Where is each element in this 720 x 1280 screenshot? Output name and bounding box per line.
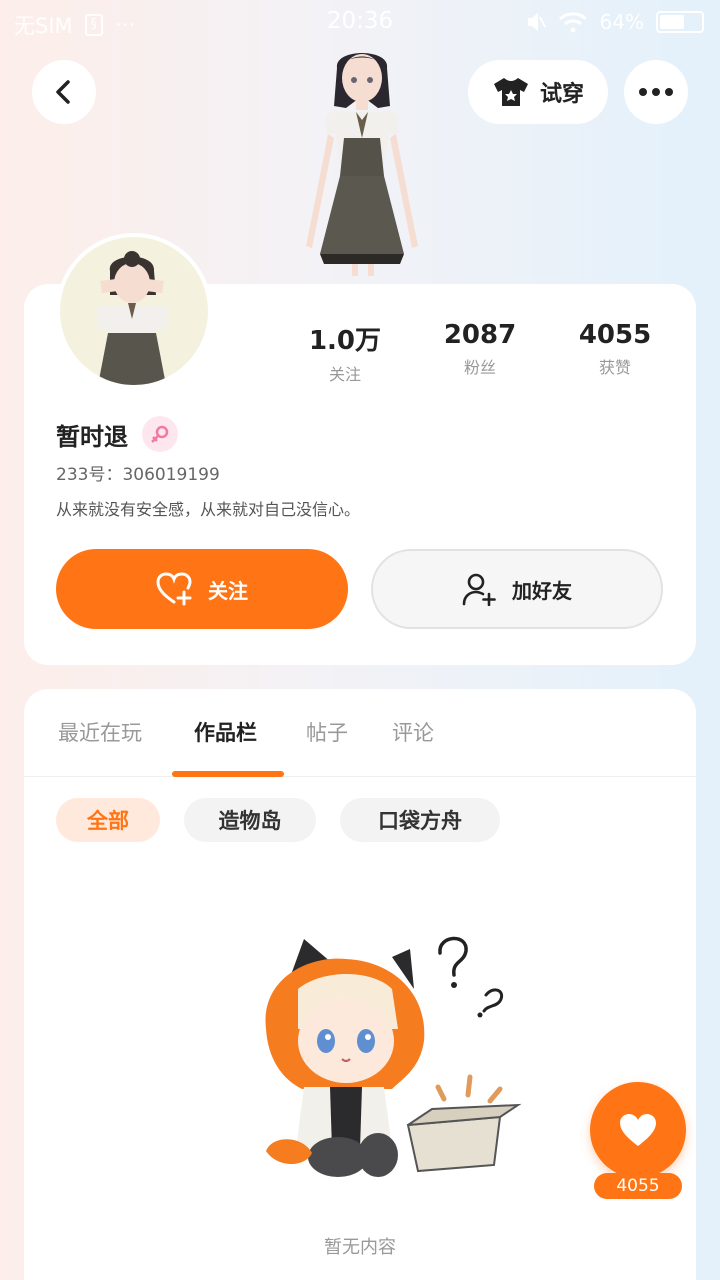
battery-percent: 64% — [599, 10, 644, 34]
add-friend-button[interactable]: 加好友 — [371, 549, 663, 629]
username-row: 暂时退 — [56, 416, 178, 452]
tab-posts[interactable]: 帖子 — [306, 717, 348, 747]
floating-like-count: 4055 — [594, 1173, 682, 1199]
stat-likes[interactable]: 4055 获赞 — [560, 320, 670, 385]
wifi-icon — [558, 12, 587, 33]
tshirt-icon — [493, 78, 528, 106]
try-on-button[interactable]: 试穿 — [468, 60, 608, 124]
gender-badge — [142, 416, 178, 452]
more-button[interactable] — [624, 60, 688, 124]
user-bio: 从来就没有安全感，从来就对自己没信心。 — [56, 500, 361, 519]
female-gender-icon — [151, 425, 169, 443]
avatar[interactable] — [56, 233, 212, 389]
avatar-image — [60, 237, 208, 385]
stat-value: 4055 — [578, 320, 652, 350]
tab-recent-play[interactable]: 最近在玩 — [58, 717, 142, 747]
user-id: 233号：306019199 — [56, 465, 220, 485]
add-friend-label: 加好友 — [512, 578, 572, 603]
back-button[interactable] — [32, 60, 96, 124]
heart-icon — [620, 1114, 656, 1146]
filter-chip-creation-island[interactable]: 造物岛 — [184, 798, 316, 842]
profile-stats: 1.0万 关注 2087 粉丝 4055 获赞 — [290, 320, 670, 385]
follow-label: 关注 — [208, 578, 248, 603]
floating-like-button[interactable] — [590, 1082, 686, 1178]
stat-value: 2087 — [443, 320, 517, 350]
stat-value: 1.0万 — [308, 326, 382, 356]
tab-comments[interactable]: 评论 — [392, 717, 434, 747]
more-dots-icon — [639, 88, 673, 96]
tab-indicator — [172, 771, 284, 777]
avatar-character-figure — [306, 53, 418, 276]
stat-label: 获赞 — [598, 358, 631, 377]
empty-state-illustration — [265, 936, 522, 1177]
stat-label: 关注 — [328, 365, 361, 384]
empty-state-text: 暂无内容 — [324, 1237, 396, 1258]
stat-label: 粉丝 — [463, 358, 496, 377]
filter-chip-pocket-ark[interactable]: 口袋方舟 — [340, 798, 500, 842]
stat-following[interactable]: 1.0万 关注 — [290, 320, 400, 385]
mute-icon — [527, 13, 546, 31]
status-bar-right: 64% — [526, 10, 704, 34]
filter-chip-all[interactable]: 全部 — [56, 798, 160, 842]
tab-bar: 最近在玩 作品栏 帖子 评论 — [24, 689, 696, 777]
status-bar: 无SIM § ··· 20:36 64% — [0, 0, 720, 46]
follow-button[interactable]: 关注 — [56, 549, 348, 629]
back-arrow-icon — [56, 80, 70, 104]
username: 暂时退 — [56, 422, 128, 451]
tab-works[interactable]: 作品栏 — [194, 717, 257, 747]
stat-fans[interactable]: 2087 粉丝 — [425, 320, 535, 385]
try-on-label: 试穿 — [539, 82, 584, 107]
avatar-character-icon — [96, 251, 168, 385]
battery-fill — [660, 15, 685, 29]
heart-plus-icon — [156, 572, 192, 606]
add-user-icon — [462, 573, 496, 606]
battery-icon — [656, 11, 704, 33]
